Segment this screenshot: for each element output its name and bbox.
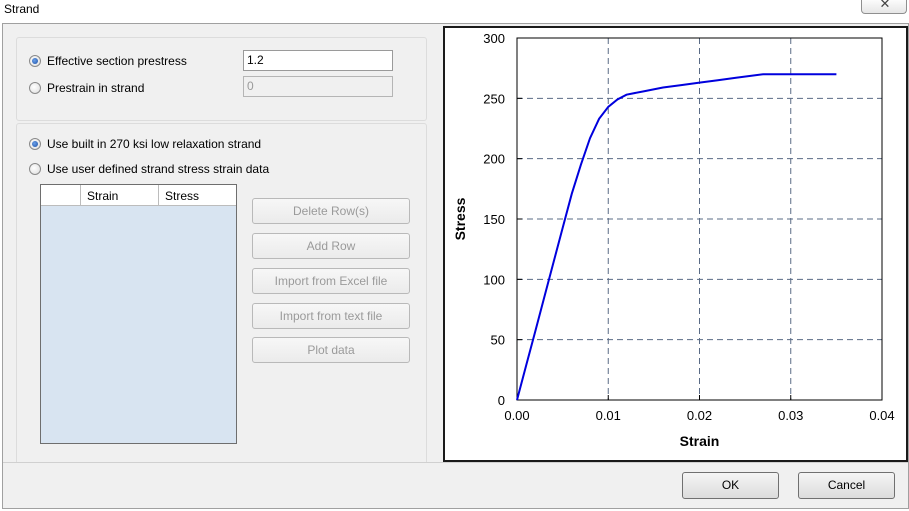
y-tick-label: 150 xyxy=(483,212,505,227)
window-title: Strand xyxy=(4,2,40,16)
add-row-button[interactable]: Add Row xyxy=(252,233,410,259)
close-icon: ✕ xyxy=(879,0,891,12)
ok-button[interactable]: OK xyxy=(682,472,779,499)
cancel-button[interactable]: Cancel xyxy=(798,472,895,499)
effective-prestress-radio[interactable] xyxy=(29,55,41,67)
y-tick-label: 0 xyxy=(498,393,505,408)
x-tick-label: 0.00 xyxy=(504,408,529,423)
title-bar: Strand ✕ xyxy=(0,0,909,20)
stress-strain-chart: 0.00 0.01 0.02 0.03 0.04 0 50 100 150 200 250 300 St… xyxy=(452,31,895,449)
stress-column-header[interactable]: Stress xyxy=(159,185,236,206)
dialog-body: Effective section prestress 1.2 Prestrai… xyxy=(2,23,909,509)
y-tick-label: 300 xyxy=(483,31,505,46)
y-tick-label: 250 xyxy=(483,91,505,106)
row-header-column xyxy=(41,185,81,206)
x-tick-label: 0.01 xyxy=(596,408,621,423)
y-tick-label: 200 xyxy=(483,152,505,167)
y-axis-label: Stress xyxy=(452,197,468,240)
import-excel-button[interactable]: Import from Excel file xyxy=(252,268,410,294)
stress-strain-plot: 0.00 0.01 0.02 0.03 0.04 0 50 100 150 200 250 300 St… xyxy=(443,26,908,462)
x-tick-label: 0.03 xyxy=(778,408,803,423)
prestrain-input[interactable]: 0 xyxy=(243,76,393,97)
effective-prestress-label: Effective section prestress xyxy=(47,54,187,68)
close-button[interactable]: ✕ xyxy=(861,0,907,14)
import-text-button[interactable]: Import from text file xyxy=(252,303,410,329)
strand-dialog: Strand ✕ Effective section prestress 1.2… xyxy=(0,0,909,511)
x-axis-label: Strain xyxy=(680,433,720,449)
y-tick-label: 100 xyxy=(483,272,505,287)
strand-data-table[interactable]: Strain Stress xyxy=(40,184,237,444)
user-strand-label: Use user defined strand stress strain da… xyxy=(47,162,270,176)
y-tick-label: 50 xyxy=(491,333,505,348)
effective-prestress-input[interactable]: 1.2 xyxy=(243,50,393,71)
builtin-strand-radio[interactable] xyxy=(29,138,41,150)
plot-data-button[interactable]: Plot data xyxy=(252,337,410,363)
user-strand-radio[interactable] xyxy=(29,163,41,175)
effective-prestress-option[interactable]: Effective section prestress xyxy=(29,54,187,68)
builtin-strand-option[interactable]: Use built in 270 ksi low relaxation stra… xyxy=(29,137,261,151)
strain-column-header[interactable]: Strain xyxy=(81,185,159,206)
table-header: Strain Stress xyxy=(41,185,236,206)
dialog-button-bar: OK Cancel xyxy=(3,462,908,508)
x-tick-label: 0.04 xyxy=(869,408,894,423)
builtin-strand-label: Use built in 270 ksi low relaxation stra… xyxy=(47,137,262,151)
prestrain-label: Prestrain in strand xyxy=(47,81,145,95)
user-strand-option[interactable]: Use user defined strand stress strain da… xyxy=(29,162,269,176)
prestrain-option[interactable]: Prestrain in strand xyxy=(29,81,144,95)
delete-rows-button[interactable]: Delete Row(s) xyxy=(252,198,410,224)
x-tick-label: 0.02 xyxy=(687,408,712,423)
prestrain-radio[interactable] xyxy=(29,82,41,94)
stress-strain-line xyxy=(516,73,837,401)
